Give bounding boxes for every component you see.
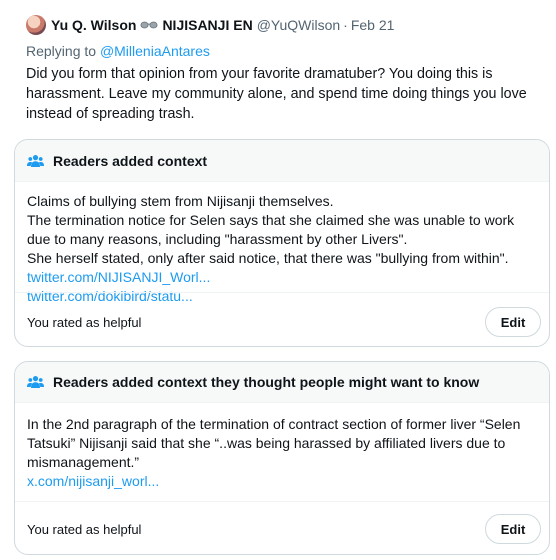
note-body: Claims of bullying stem from Nijisanji t… xyxy=(15,182,549,306)
edit-rating-button[interactable]: Edit xyxy=(485,514,541,544)
replying-to: Replying to @MilleniaAntares xyxy=(26,43,538,61)
tweet-date[interactable]: Feb 21 xyxy=(351,17,395,33)
glasses-icon xyxy=(140,20,158,30)
source-link[interactable]: twitter.com/NIJISANJI_Worl... xyxy=(27,268,537,287)
replying-prefix: Replying to xyxy=(26,43,100,59)
note-title: Readers added context xyxy=(53,152,208,169)
tweet-header: Yu Q. Wilson NIJISANJI EN @YuQWilson · F… xyxy=(26,14,538,36)
rating-status: You rated as helpful xyxy=(27,522,142,537)
rating-status: You rated as helpful xyxy=(27,315,142,330)
tweet-text: Did you form that opinion from your favo… xyxy=(26,66,527,122)
replying-to-link[interactable]: @MilleniaAntares xyxy=(100,43,210,59)
note-paragraph: Claims of bullying stem from Nijisanji t… xyxy=(27,193,334,209)
note-paragraph: In the 2nd paragraph of the termination … xyxy=(27,416,521,470)
author-handle[interactable]: @YuQWilson xyxy=(257,17,340,33)
tweet: Yu Q. Wilson NIJISANJI EN @YuQWilson · F… xyxy=(26,14,538,124)
avatar[interactable] xyxy=(26,15,46,35)
people-group-icon xyxy=(27,376,44,388)
note-body: In the 2nd paragraph of the termination … xyxy=(15,403,549,491)
community-note-card: Readers added context Claims of bullying… xyxy=(14,139,550,347)
note-paragraph: She herself stated, only after said noti… xyxy=(27,250,509,266)
source-link[interactable]: x.com/nijisanji_worl... xyxy=(27,472,537,491)
community-note-card: Readers added context they thought peopl… xyxy=(14,361,550,555)
note-header: Readers added context they thought peopl… xyxy=(15,362,549,403)
source-link[interactable]: twitter.com/dokibird/statu... xyxy=(27,287,537,306)
author-name[interactable]: Yu Q. Wilson xyxy=(51,17,136,33)
people-group-icon xyxy=(27,154,44,167)
divider xyxy=(15,501,549,502)
note-header: Readers added context xyxy=(15,140,549,182)
divider xyxy=(15,292,549,293)
separator: · xyxy=(343,17,348,33)
affiliation-label: NIJISANJI EN xyxy=(162,17,253,33)
note-paragraph: The termination notice for Selen says th… xyxy=(27,212,515,247)
edit-rating-button[interactable]: Edit xyxy=(485,307,541,337)
note-title: Readers added context they thought peopl… xyxy=(53,374,480,390)
